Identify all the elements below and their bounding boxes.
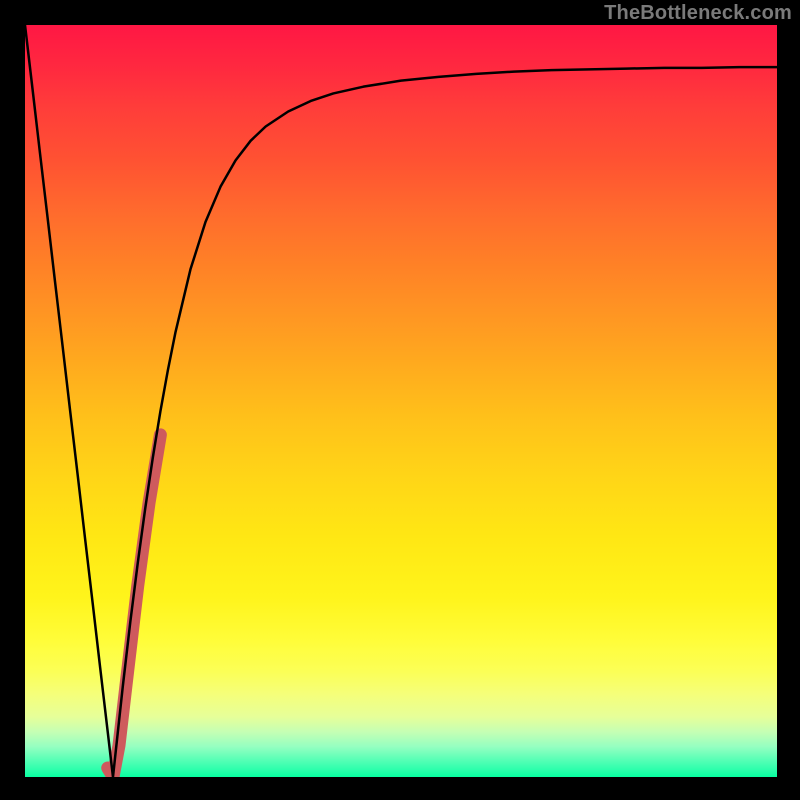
bottleneck-curve-line (25, 25, 777, 777)
plot-area (25, 25, 777, 777)
chart-container: TheBottleneck.com (0, 0, 800, 800)
watermark-text: TheBottleneck.com (604, 2, 792, 25)
recommended-range-highlight (108, 435, 161, 777)
chart-svg (25, 25, 777, 777)
